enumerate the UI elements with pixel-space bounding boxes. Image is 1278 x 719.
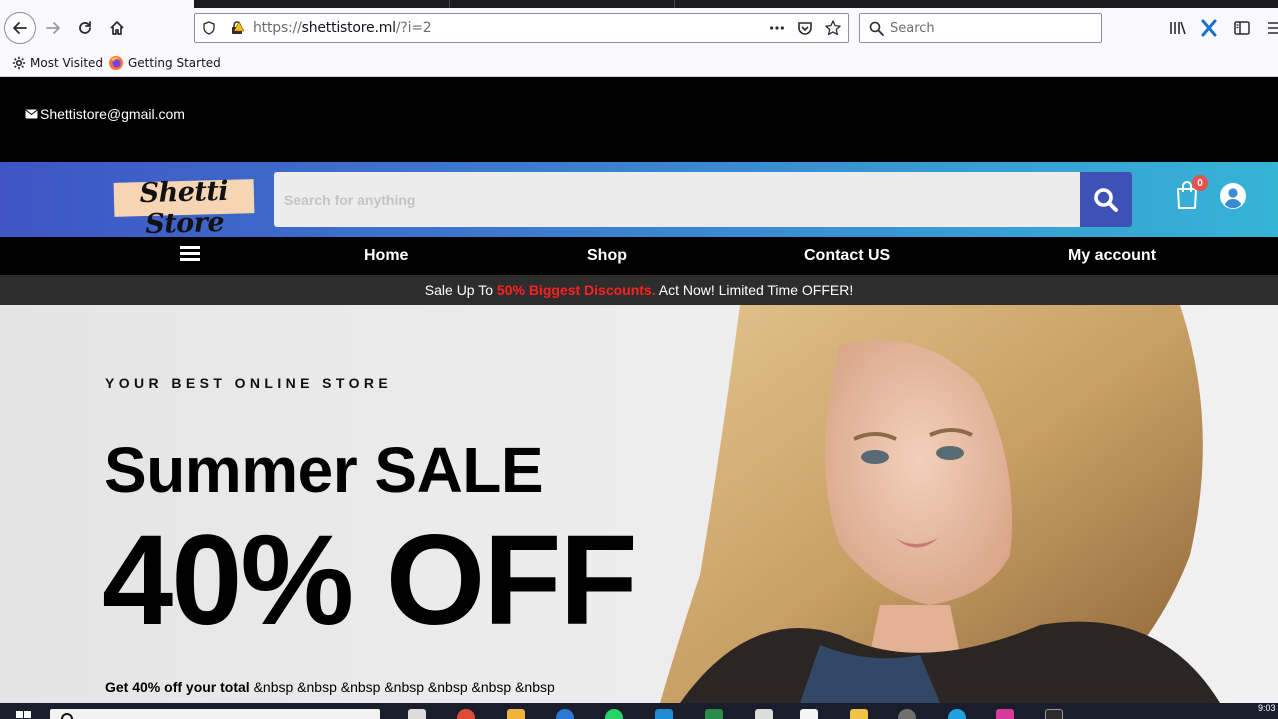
site-top-bar: Shettistore@gmail.com	[0, 77, 1278, 162]
promo-banner: Sale Up To 50% Biggest Discounts. Act No…	[0, 275, 1278, 305]
promo-highlight: 50% Biggest Discounts.	[496, 282, 656, 298]
site-logo[interactable]: Shetti Store	[113, 176, 255, 240]
browser-tab-strip	[0, 0, 1278, 8]
search-icon	[61, 713, 73, 719]
file-explorer-icon[interactable]	[507, 709, 525, 719]
browser-search-placeholder: Search	[890, 21, 935, 36]
mail-icon[interactable]	[800, 709, 818, 719]
url-domain: shettistore.ml	[301, 20, 396, 36]
promo-suffix: Act Now! Limited Time OFFER!	[655, 282, 854, 298]
tab-separator	[449, 0, 450, 8]
hero-note-rest: &nbsp &nbsp &nbsp &nbsp &nbsp &nbsp &nbs…	[249, 679, 555, 695]
hamburger-menu-icon[interactable]	[180, 246, 200, 266]
url-path: /?i=2	[395, 20, 432, 36]
tab-separator	[674, 0, 675, 8]
overflow-menu-icon[interactable]	[1262, 18, 1278, 38]
nav-home[interactable]: Home	[364, 247, 408, 265]
nav-my-account[interactable]: My account	[1068, 247, 1156, 265]
store-icon[interactable]	[755, 709, 773, 719]
back-button[interactable]	[4, 12, 36, 44]
promo-prefix: Sale Up To	[424, 282, 497, 298]
vscode-icon[interactable]	[655, 709, 673, 719]
library-icon[interactable]	[1168, 18, 1188, 38]
skype-icon[interactable]	[948, 709, 966, 719]
cart-count-badge: 0	[1192, 175, 1208, 191]
bookmarks-toolbar: Most Visited Getting Started	[0, 48, 1278, 77]
task-view-icon[interactable]	[408, 709, 426, 719]
nav-shop[interactable]: Shop	[587, 247, 627, 265]
shield-icon[interactable]	[201, 20, 217, 36]
nav-contact-us[interactable]: Contact US	[804, 247, 890, 265]
windows-start-icon[interactable]	[16, 711, 32, 719]
hero-note-bold: Get 40% off your total	[105, 679, 250, 695]
hero-banner: YOUR BEST ONLINE STORE Summer SALE 40% O…	[0, 305, 1278, 703]
hero-discount: 40% OFF	[102, 509, 638, 652]
url-protocol: https://	[253, 20, 302, 36]
taskbar-clock: 9:03	[1258, 703, 1276, 713]
site-search-button[interactable]	[1080, 172, 1132, 227]
hero-title: Summer SALE	[104, 434, 544, 506]
terminal-icon[interactable]	[1045, 709, 1063, 719]
page-actions-icon[interactable]	[769, 20, 785, 36]
app-icon[interactable]	[898, 709, 916, 719]
user-circle-icon	[1220, 183, 1246, 209]
reload-button[interactable]	[69, 12, 101, 44]
app-icon[interactable]	[705, 709, 723, 719]
whatsapp-icon[interactable]	[605, 709, 623, 719]
forward-arrow-icon	[46, 22, 60, 34]
os-taskbar: 9:03	[0, 703, 1278, 719]
search-icon	[1094, 187, 1118, 212]
back-arrow-icon	[13, 22, 27, 34]
logo-text: Shetti Store	[139, 175, 229, 241]
gear-icon	[12, 56, 26, 70]
contact-email[interactable]: Shettistore@gmail.com	[25, 106, 185, 122]
active-tab[interactable]	[0, 0, 194, 8]
site-header: Shetti Store 0	[0, 162, 1278, 240]
url-text[interactable]: https://shettistore.ml/?i=2	[253, 20, 432, 36]
chrome-icon[interactable]	[457, 709, 475, 719]
hero-kicker: YOUR BEST ONLINE STORE	[105, 375, 393, 391]
bookmark-label: Getting Started	[128, 56, 221, 70]
bookmark-most-visited[interactable]: Most Visited	[12, 54, 103, 72]
account-button[interactable]	[1219, 182, 1247, 210]
main-navigation: Home Shop Contact US My account	[0, 237, 1278, 275]
pocket-icon[interactable]	[797, 20, 813, 36]
bookmark-star-icon[interactable]	[825, 20, 841, 36]
folder-icon[interactable]	[850, 709, 868, 719]
browser-search-bar[interactable]: Search	[859, 13, 1102, 43]
forward-button[interactable]	[37, 12, 69, 44]
site-search-input[interactable]	[274, 172, 1080, 227]
browser-toolbar: https://shettistore.ml/?i=2 Search	[0, 8, 1278, 48]
extension-x-icon[interactable]	[1199, 18, 1219, 38]
email-text: Shettistore@gmail.com	[40, 106, 185, 122]
home-button[interactable]	[101, 12, 133, 44]
url-bar[interactable]: https://shettistore.ml/?i=2	[194, 13, 849, 43]
cart-button[interactable]: 0	[1175, 175, 1208, 212]
bookmark-label: Most Visited	[30, 56, 104, 70]
search-icon	[868, 20, 884, 36]
firefox-icon	[108, 55, 124, 71]
envelope-icon	[25, 109, 38, 119]
hero-note: Get 40% off your total &nbsp &nbsp &nbsp…	[105, 679, 555, 695]
taskbar-search-box[interactable]	[50, 709, 380, 719]
app-icon[interactable]	[556, 709, 574, 719]
sidebar-icon[interactable]	[1232, 18, 1252, 38]
reload-icon	[79, 21, 91, 34]
home-icon	[110, 21, 124, 35]
app-icon[interactable]	[996, 709, 1014, 719]
site-search-box	[274, 172, 1080, 227]
bookmark-getting-started[interactable]: Getting Started	[108, 54, 221, 72]
insecure-lock-icon[interactable]	[229, 20, 245, 36]
model-photo	[660, 305, 1220, 703]
